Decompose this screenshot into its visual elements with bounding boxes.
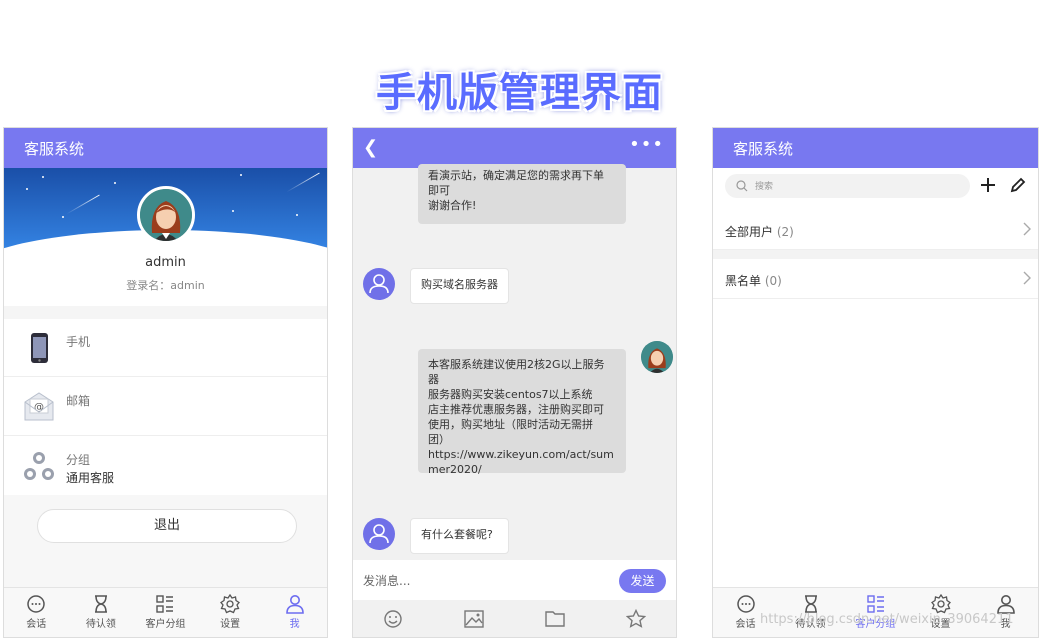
tab-me[interactable]: 我 — [262, 588, 327, 637]
tab-label: 待认领 — [85, 619, 116, 630]
chat-bubble-icon — [4, 593, 69, 615]
groups-header-title: 客服系统 — [713, 128, 1038, 168]
phone-label: 手机 — [66, 335, 91, 349]
profile-screen: 客服系统 admin 登录名：admin 手机 @ 邮箱 分组 通用客服 退出 … — [3, 127, 328, 638]
user-name: admin — [145, 255, 186, 270]
gear-icon — [198, 593, 263, 615]
tab-label: 设置 — [220, 619, 241, 630]
message-bubble-1: 看演示站，确定满足您的需求再下单 即可 谢谢合作! — [418, 164, 626, 224]
email-row[interactable]: @ 邮箱 — [4, 378, 327, 436]
emoji-icon[interactable] — [353, 600, 434, 637]
message-bar: 发消息... 发送 — [353, 560, 676, 600]
message-bubble-3: 本客服系统建议使用2核2G以上服务 器 服务器购买安装centos7以上系统 店… — [418, 349, 626, 476]
list-grid-icon — [133, 593, 198, 615]
group-item-blacklist[interactable]: 黑名单 (0) — [713, 259, 1038, 299]
tab-settings[interactable]: 设置 — [198, 588, 263, 637]
phone-row[interactable]: 手机 — [4, 319, 327, 377]
email-icon: @ — [22, 390, 56, 424]
tab-bar: 会话 待认领 客户分组 设置 我 — [4, 587, 327, 637]
chat-toolbar — [353, 600, 676, 637]
folder-icon[interactable] — [515, 600, 596, 637]
group-value: 通用客服 — [66, 471, 115, 485]
send-button[interactable]: 发送 — [619, 569, 666, 593]
agent-avatar — [641, 341, 673, 373]
group-item-all-users[interactable]: 全部用户 (2) — [713, 210, 1038, 250]
image-icon[interactable] — [434, 600, 515, 637]
message-bubble-4: 有什么套餐呢? — [410, 518, 509, 554]
tab-label: 客户分组 — [145, 619, 186, 630]
profile-header-title: 客服系统 — [4, 128, 327, 168]
tab-groups[interactable]: 客户分组 — [133, 588, 198, 637]
search-icon — [736, 180, 748, 192]
message-bubble-2: 购买域名服务器 — [410, 268, 509, 304]
search-input[interactable]: 搜索 — [725, 174, 970, 198]
message-input[interactable]: 发消息... — [363, 572, 410, 589]
group-icon — [22, 449, 56, 483]
customer-groups-screen: 客服系统 搜索 全部用户 (2) 黑名单 (0) 会话 待认领 客户分组 设置 … — [712, 127, 1039, 638]
email-label: 邮箱 — [66, 394, 91, 408]
user-login-name: 登录名：admin — [126, 279, 205, 292]
tab-label: 会话 — [26, 619, 47, 630]
customer-avatar — [363, 518, 395, 550]
add-icon[interactable] — [979, 176, 997, 198]
edit-icon[interactable] — [1009, 176, 1027, 198]
watermark: https://blog.csdn.net/weixin_39064211 — [760, 612, 1014, 627]
person-icon — [369, 524, 389, 544]
chat-screen: ❮ ••• 看演示站，确定满足您的需求再下单 即可 谢谢合作! 购买域名服务器 … — [352, 127, 677, 638]
chevron-right-icon — [1022, 271, 1032, 288]
phone-icon — [22, 331, 56, 365]
back-icon[interactable]: ❮ — [363, 137, 378, 158]
person-icon — [369, 274, 389, 294]
more-icon[interactable]: ••• — [629, 134, 664, 155]
group-label: 分组 — [66, 453, 91, 467]
person-icon — [262, 593, 327, 615]
user-avatar — [137, 186, 195, 244]
svg-text:@: @ — [34, 402, 44, 413]
star-icon[interactable] — [595, 600, 676, 637]
tab-pending[interactable]: 待认领 — [69, 588, 134, 637]
chevron-right-icon — [1022, 222, 1032, 239]
tab-chat[interactable]: 会话 — [4, 588, 69, 637]
tab-label: 我 — [289, 619, 300, 630]
tab-label: 会话 — [735, 619, 756, 630]
hourglass-icon — [69, 593, 134, 615]
logout-button[interactable]: 退出 — [37, 509, 297, 543]
banner-title: 手机版管理界面 — [376, 70, 663, 116]
group-row[interactable]: 分组 通用客服 — [4, 437, 327, 495]
customer-avatar — [363, 268, 395, 300]
